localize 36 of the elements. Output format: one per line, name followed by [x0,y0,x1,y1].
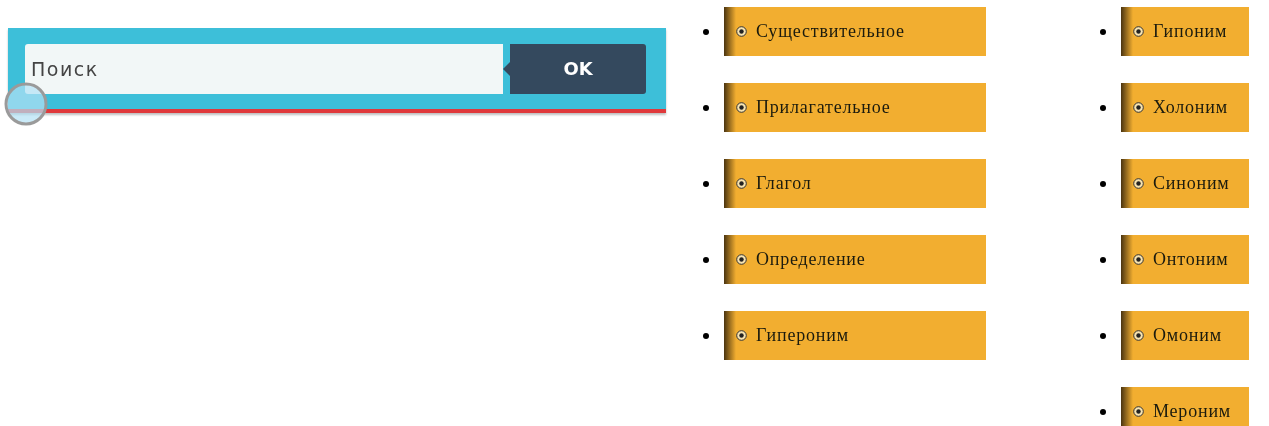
menu-item[interactable]: Определение [724,235,986,284]
menu-item[interactable]: Существительное [724,7,986,56]
bullet-icon [1100,408,1106,415]
radio-icon [1133,178,1144,189]
radio-icon [736,26,747,37]
radio-icon [736,254,747,265]
bullet-icon [1100,28,1106,35]
bullet-icon [1100,256,1106,263]
radio-icon [736,330,747,341]
ok-button[interactable]: OK [510,43,646,94]
bullet-icon [1100,104,1106,111]
magnifier-icon [4,82,48,128]
radio-icon [1133,102,1144,113]
bullet-icon [703,332,709,339]
radio-icon [1133,330,1144,341]
menu-item[interactable]: Гипероним [724,311,986,360]
bullet-icon [703,28,709,35]
menu-item[interactable]: Прилагательное [724,83,986,132]
radio-icon [1133,406,1144,417]
bullet-icon [703,104,709,111]
menu-item[interactable]: Мероним [1121,387,1249,426]
bullet-icon [1100,180,1106,187]
menu-item[interactable]: Онтоним [1121,235,1249,284]
menu-item[interactable]: Холоним [1121,83,1249,132]
radio-icon [736,102,747,113]
radio-icon [1133,254,1144,265]
radio-icon [1133,26,1144,37]
radio-icon [736,178,747,189]
menu-item[interactable]: Глагол [724,159,986,208]
bullet-icon [1100,332,1106,339]
menu-item[interactable]: Гипоним [1121,7,1249,56]
menu-item[interactable]: Омоним [1121,311,1249,360]
bullet-icon [703,256,709,263]
menu-item[interactable]: Синоним [1121,159,1249,208]
search-field[interactable]: Поиск [25,43,503,94]
bullet-icon [703,180,709,187]
